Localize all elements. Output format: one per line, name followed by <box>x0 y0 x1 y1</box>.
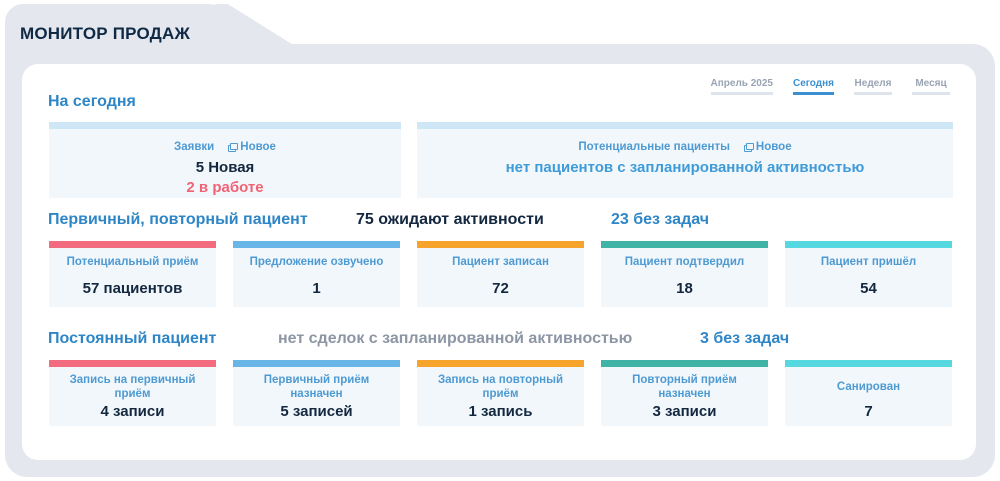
tab-today[interactable]: Сегодня <box>792 78 834 95</box>
folder-tab-slope <box>215 4 295 46</box>
tile-value: 3 записи <box>652 403 717 420</box>
potential-card-header: Потенциальные пациенты Новое <box>417 141 953 153</box>
primary-tile[interactable]: Пациент пришёл 54 <box>785 241 952 307</box>
permanent-tile[interactable]: Санирован 7 <box>785 360 952 426</box>
requests-card[interactable]: Заявки Новое 5 Новая 2 в работе <box>49 122 401 198</box>
potential-patients-card[interactable]: Потенциальные пациенты Новое нет пациент… <box>417 122 953 198</box>
potential-new-link[interactable]: Новое <box>743 141 792 153</box>
tab-week[interactable]: Неделя <box>854 78 892 95</box>
primary-tile[interactable]: Пациент подтвердил 18 <box>601 241 768 307</box>
copy-icon <box>743 143 754 152</box>
tile-label: Запись на первичный приём <box>69 374 196 400</box>
tile-label: Повторный приём назначен <box>632 374 737 400</box>
primary-tile[interactable]: Потенциальный приём 57 пациентов <box>49 241 216 307</box>
tile-value: 4 записи <box>100 403 165 420</box>
period-tabs: Апрель 2025 Сегодня Неделя Месяц <box>710 78 950 95</box>
tile-label: Пациент подтвердил <box>624 256 745 268</box>
permanent-tile[interactable]: Запись на первичный приём 4 записи <box>49 360 216 426</box>
potential-message: нет пациентов с запланированной активнос… <box>505 159 865 176</box>
primary-tile[interactable]: Пациент записан 72 <box>417 241 584 307</box>
tile-color-bar <box>601 241 768 248</box>
tile-label: Запись на повторный приём <box>437 374 564 400</box>
requests-new-value[interactable]: 5 Новая <box>49 159 401 176</box>
permanent-tile[interactable]: Запись на повторный приём 1 запись <box>417 360 584 426</box>
today-section-title: На сегодня <box>48 93 136 110</box>
requests-new-link[interactable]: Новое <box>228 141 276 153</box>
tile-value: 18 <box>676 280 693 297</box>
requests-label: Заявки <box>174 141 215 153</box>
requests-card-header: Заявки Новое <box>49 141 401 153</box>
potential-label: Потенциальные пациенты <box>578 141 730 153</box>
tile-label: Потенциальный приём <box>66 256 199 268</box>
tile-color-bar <box>417 360 584 367</box>
permanent-no-tasks[interactable]: 3 без задач <box>700 330 789 348</box>
tile-color-bar <box>49 360 216 367</box>
tile-label: Санирован <box>836 381 901 393</box>
potential-new-label: Новое <box>755 141 792 153</box>
tile-color-bar <box>785 360 952 367</box>
primary-tile[interactable]: Предложение озвучено 1 <box>233 241 400 307</box>
copy-icon <box>228 143 239 152</box>
tile-value: 7 <box>864 403 873 420</box>
tile-value: 57 пациентов <box>82 280 183 297</box>
primary-waiting[interactable]: 75 ожидают активности <box>356 211 544 229</box>
tile-value: 72 <box>492 280 509 297</box>
tab-month[interactable]: Месяц <box>912 78 950 95</box>
tile-color-bar <box>601 360 768 367</box>
tab-april-2025[interactable]: Апрель 2025 <box>710 78 773 95</box>
tile-color-bar <box>233 360 400 367</box>
tile-color-bar <box>49 241 216 248</box>
primary-no-tasks[interactable]: 23 без задач <box>611 211 709 229</box>
tile-label: Пациент записан <box>452 256 549 268</box>
page-title: МОНИТОР ПРОДАЖ <box>20 24 191 43</box>
permanent-tile[interactable]: Первичный приём назначен 5 записей <box>233 360 400 426</box>
tile-label: Первичный приём назначен <box>263 374 370 400</box>
main-panel: Апрель 2025 Сегодня Неделя Месяц На сего… <box>22 64 976 460</box>
permanent-tile[interactable]: Повторный приём назначен 3 записи <box>601 360 768 426</box>
requests-new-label: Новое <box>240 141 276 153</box>
primary-section-title: Первичный, повторный пациент <box>48 211 308 228</box>
tile-label: Пациент пришёл <box>820 256 917 268</box>
tile-color-bar <box>233 241 400 248</box>
permanent-section-title: Постоянный пациент <box>48 330 217 347</box>
tile-color-bar <box>785 241 952 248</box>
tile-value: 5 записей <box>280 403 353 420</box>
tile-value: 1 <box>312 280 321 297</box>
tile-value: 54 <box>860 280 877 297</box>
tile-color-bar <box>417 241 584 248</box>
tile-label: Предложение озвучено <box>249 256 384 268</box>
permanent-no-deals: нет сделок с запланированной активностью <box>278 330 633 347</box>
requests-in-progress[interactable]: 2 в работе <box>49 179 401 196</box>
tile-value: 1 запись <box>468 403 533 420</box>
